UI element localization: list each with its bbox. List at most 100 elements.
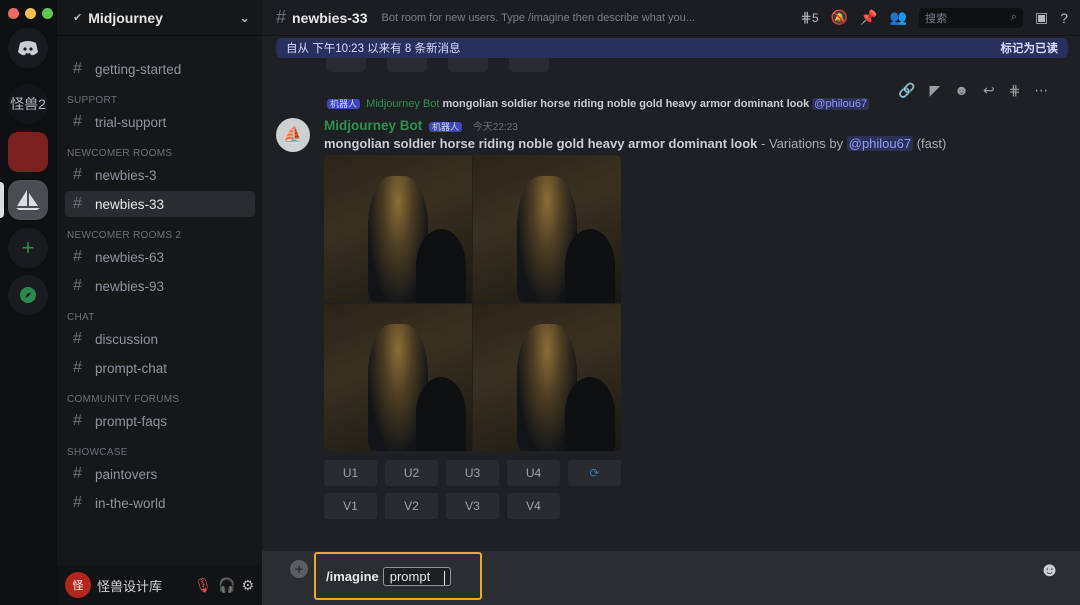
- v3-button[interactable]: V3: [446, 493, 499, 519]
- sidebar-item-label: newbies-3: [95, 167, 157, 183]
- image-tile[interactable]: [473, 155, 621, 303]
- plus-icon: +: [21, 235, 35, 260]
- hash-icon: #: [73, 277, 82, 294]
- bot-tag: 机器人: [429, 122, 463, 132]
- u1-button[interactable]: U1: [324, 460, 377, 486]
- reply-icon[interactable]: ↩: [983, 82, 995, 99]
- chevron-down-icon: ⌄: [239, 9, 250, 25]
- category-header[interactable]: COMMUNITY FORUMS: [67, 394, 179, 405]
- v4-button[interactable]: V4: [507, 493, 560, 519]
- message-speed: (fast): [913, 136, 947, 151]
- sidebar-item-newbies-93[interactable]: # newbies-93: [65, 273, 255, 299]
- server-red[interactable]: [8, 132, 48, 172]
- compass-icon: [20, 287, 36, 303]
- close-window-button[interactable]: [8, 8, 19, 19]
- new-messages-banner[interactable]: 自从 下午10:23 以来有 8 条新消息 标记为已读: [276, 38, 1068, 58]
- forward-icon[interactable]: ◤: [929, 82, 940, 99]
- message-composer: + /imagine prompt ☻: [262, 551, 1080, 605]
- sidebar-item-getting-started[interactable]: # getting-started: [65, 56, 255, 82]
- message-suffix: - Variations by: [757, 136, 847, 151]
- sidebar-item-newbies-33[interactable]: # newbies-33: [65, 191, 255, 217]
- avatar[interactable]: ⛵: [276, 118, 310, 152]
- image-tile[interactable]: [473, 303, 621, 451]
- server-midjourney[interactable]: [8, 180, 48, 220]
- upscale-buttons: U1 U2 U3 U4 ⟳: [324, 460, 621, 486]
- pin-icon[interactable]: 📌: [860, 9, 877, 26]
- gear-icon[interactable]: ⚙: [241, 577, 254, 594]
- threads-icon[interactable]: ⋕5: [800, 9, 818, 26]
- sidebar-item-newbies-3[interactable]: # newbies-3: [65, 162, 255, 188]
- reroll-button[interactable]: ⟳: [568, 460, 621, 486]
- server-rail: 怪兽2 +: [0, 0, 57, 605]
- server-header[interactable]: ✔ Midjourney ⌄: [57, 0, 262, 36]
- prompt-option-field[interactable]: prompt: [382, 566, 452, 586]
- add-reaction-icon[interactable]: ☻: [954, 82, 969, 99]
- sidebar-item-label: trial-support: [95, 114, 167, 130]
- explore-button[interactable]: [8, 275, 48, 315]
- discord-home-button[interactable]: [8, 28, 48, 68]
- sidebar-item-label: newbies-33: [95, 196, 165, 212]
- hash-icon: #: [73, 195, 82, 212]
- sidebar-item-discussion[interactable]: # discussion: [65, 326, 255, 352]
- message-prompt: mongolian soldier horse riding noble gol…: [324, 136, 758, 151]
- u2-button[interactable]: U2: [385, 460, 438, 486]
- header-toolbar: ⋕5 🔕 📌 👥 搜索 ⌕ ▣ ?: [800, 7, 1068, 28]
- image-grid[interactable]: [324, 155, 621, 451]
- slash-command-input[interactable]: /imagine prompt: [314, 552, 482, 600]
- sidebar-item-in-the-world[interactable]: # in-the-world: [65, 490, 255, 516]
- create-thread-icon[interactable]: ⋕: [1009, 82, 1021, 99]
- message-actions: 🔗 ◤ ☻ ↩ ⋕ ⋯: [898, 82, 1048, 99]
- reply-author: Midjourney Bot: [366, 98, 440, 110]
- server-guaishou2[interactable]: 怪兽2: [8, 84, 48, 124]
- more-icon[interactable]: ⋯: [1034, 82, 1048, 99]
- channel-topic[interactable]: Bot room for new users. Type /imagine th…: [382, 12, 712, 24]
- category-header[interactable]: SHOWCASE: [67, 447, 128, 458]
- hash-icon: #: [73, 330, 82, 347]
- mute-mic-icon[interactable]: 🎙: [194, 577, 212, 594]
- category-header[interactable]: NEWCOMER ROOMS 2: [67, 230, 181, 241]
- v2-button[interactable]: V2: [385, 493, 438, 519]
- reply-mention[interactable]: @philou67: [812, 98, 870, 110]
- u3-button[interactable]: U3: [446, 460, 499, 486]
- channel-list: # getting-started SUPPORT # trial-support NEW…: [57, 36, 262, 605]
- avatar[interactable]: 怪: [65, 572, 91, 598]
- image-tile[interactable]: [324, 155, 472, 303]
- user-panel: 怪 怪兽设计库 🎙 🎧 ⚙: [57, 565, 262, 605]
- sidebar-item-label: discussion: [95, 331, 159, 347]
- minimize-window-button[interactable]: [25, 8, 36, 19]
- category-header[interactable]: NEWCOMER ROOMS: [67, 148, 172, 159]
- search-icon: ⌕: [1010, 11, 1017, 23]
- zoom-window-button[interactable]: [42, 8, 53, 19]
- members-icon[interactable]: 👥: [890, 9, 907, 26]
- sidebar-item-paintovers[interactable]: # paintovers: [65, 461, 255, 487]
- category-header[interactable]: SUPPORT: [67, 95, 117, 106]
- sidebar-item-label: newbies-93: [95, 278, 165, 294]
- help-icon[interactable]: ?: [1060, 10, 1068, 26]
- user-mention[interactable]: @philou67: [846, 136, 914, 151]
- sidebar-item-prompt-chat[interactable]: # prompt-chat: [65, 355, 255, 381]
- headphones-icon[interactable]: 🎧: [218, 577, 235, 594]
- new-messages-text: 自从 下午10:23 以来有 8 条新消息: [286, 43, 461, 55]
- sidebar-item-newbies-63[interactable]: # newbies-63: [65, 244, 255, 270]
- sidebar-item-trial-support[interactable]: # trial-support: [65, 109, 255, 135]
- message-author[interactable]: Midjourney Bot: [324, 118, 422, 133]
- mute-channel-icon[interactable]: 🔕: [831, 9, 848, 26]
- add-server-button[interactable]: +: [8, 228, 48, 268]
- image-tile[interactable]: [324, 303, 472, 451]
- emoji-icon[interactable]: ☻: [1039, 559, 1060, 582]
- thread-count: 5: [811, 11, 819, 25]
- link-icon[interactable]: 🔗: [898, 82, 915, 99]
- message-content: mongolian soldier horse riding noble gol…: [324, 136, 946, 151]
- v1-button[interactable]: V1: [324, 493, 377, 519]
- sidebar-item-label: in-the-world: [95, 495, 166, 511]
- sidebar-item-prompt-faqs[interactable]: # prompt-faqs: [65, 408, 255, 434]
- mark-as-read-button[interactable]: 标记为已读: [1001, 40, 1059, 56]
- server-name: Midjourney: [88, 9, 163, 26]
- category-header[interactable]: CHAT: [67, 312, 95, 323]
- search-input[interactable]: 搜索 ⌕: [918, 7, 1023, 28]
- u4-button[interactable]: U4: [507, 460, 560, 486]
- reply-reference[interactable]: 机器人 Midjourney Bot mongolian soldier hor…: [324, 97, 870, 110]
- attach-plus-icon[interactable]: +: [290, 560, 308, 578]
- inbox-icon[interactable]: ▣: [1035, 9, 1048, 26]
- message-timestamp: 今天22:23: [472, 122, 518, 133]
